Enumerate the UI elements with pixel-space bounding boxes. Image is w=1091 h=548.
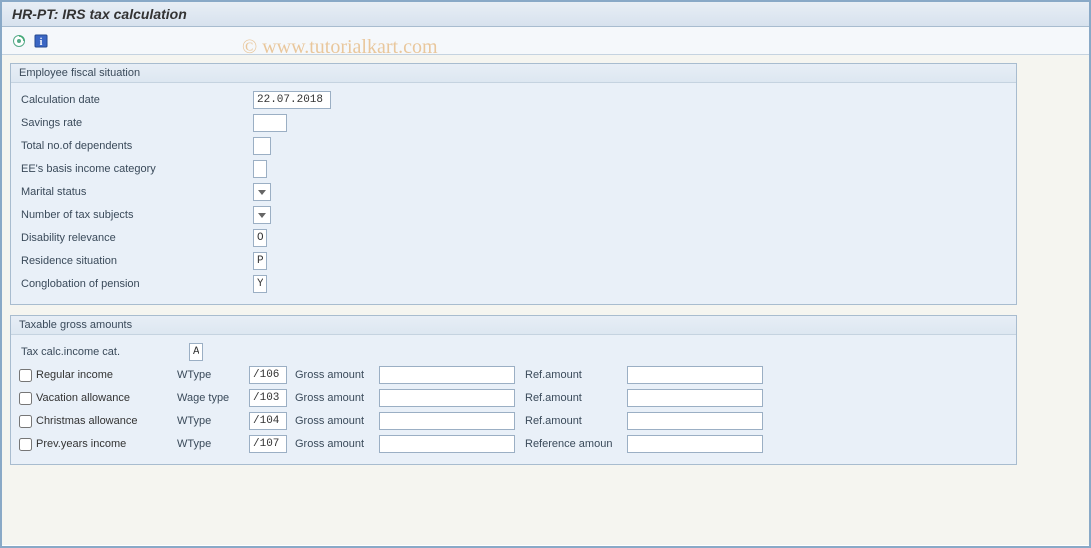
group2-title: Taxable gross amounts xyxy=(11,316,1016,335)
tax-subjects-label: Number of tax subjects xyxy=(19,209,173,221)
prev-years-income-label: Prev.years income xyxy=(36,438,126,450)
gross-input[interactable] xyxy=(379,412,515,430)
toolbar: i xyxy=(2,27,1089,55)
regular-income-label: Regular income xyxy=(36,369,113,381)
taxable-row: Christmas allowance WType Gross amount R… xyxy=(19,410,1008,432)
disability-input[interactable] xyxy=(253,229,267,247)
ref-label: Ref.amount xyxy=(519,415,623,427)
window: HR-PT: IRS tax calculation i © www.tutor… xyxy=(0,0,1091,548)
group-taxable-gross: Taxable gross amounts Tax calc.income ca… xyxy=(10,315,1017,465)
christmas-allowance-checkbox[interactable] xyxy=(19,415,32,428)
ref-input[interactable] xyxy=(627,412,763,430)
vacation-allowance-checkbox[interactable] xyxy=(19,392,32,405)
title-bar: HR-PT: IRS tax calculation xyxy=(2,2,1089,27)
taxable-row: Regular income WType Gross amount Ref.am… xyxy=(19,364,1008,386)
prev-years-income-checkbox[interactable] xyxy=(19,438,32,451)
taxable-row: Prev.years income WType Gross amount Ref… xyxy=(19,433,1008,455)
wtype-input[interactable] xyxy=(249,435,287,453)
gross-input[interactable] xyxy=(379,389,515,407)
marital-label: Marital status xyxy=(19,186,173,198)
ref-label: Ref.amount xyxy=(519,392,623,404)
vacation-allowance-label: Vacation allowance xyxy=(36,392,130,404)
gross-label: Gross amount xyxy=(291,438,375,450)
tax-cat-input[interactable] xyxy=(189,343,203,361)
ref-label: Reference amoun xyxy=(519,438,623,450)
group-employee-fiscal: Employee fiscal situation Calculation da… xyxy=(10,63,1017,305)
dependents-label: Total no.of dependents xyxy=(19,140,173,152)
wtype-input[interactable] xyxy=(249,389,287,407)
tax-cat-label: Tax calc.income cat. xyxy=(19,346,189,358)
gross-input[interactable] xyxy=(379,366,515,384)
tax-subjects-dropdown[interactable] xyxy=(253,206,271,224)
gross-label: Gross amount xyxy=(291,392,375,404)
wtype-label: WType xyxy=(177,438,245,450)
taxable-row: Vacation allowance Wage type Gross amoun… xyxy=(19,387,1008,409)
christmas-allowance-label: Christmas allowance xyxy=(36,415,137,427)
residence-input[interactable] xyxy=(253,252,267,270)
gross-label: Gross amount xyxy=(291,369,375,381)
execute-icon[interactable] xyxy=(10,32,28,50)
disability-label: Disability relevance xyxy=(19,232,173,244)
wtype-label: WType xyxy=(177,369,245,381)
calc-date-label: Calculation date xyxy=(19,94,173,106)
content-area: Employee fiscal situation Calculation da… xyxy=(2,55,1089,545)
ee-basis-label: EE's basis income category xyxy=(19,163,209,175)
calc-date-input[interactable] xyxy=(253,91,331,109)
ref-input[interactable] xyxy=(627,389,763,407)
group1-title: Employee fiscal situation xyxy=(11,64,1016,83)
wtype-label: Wage type xyxy=(177,392,245,404)
savings-label: Savings rate xyxy=(19,117,173,129)
wtype-input[interactable] xyxy=(249,366,287,384)
ref-input[interactable] xyxy=(627,435,763,453)
gross-label: Gross amount xyxy=(291,415,375,427)
ee-basis-input[interactable] xyxy=(253,160,267,178)
window-title: HR-PT: IRS tax calculation xyxy=(12,6,187,22)
info-icon[interactable]: i xyxy=(32,32,50,50)
regular-income-checkbox[interactable] xyxy=(19,369,32,382)
marital-dropdown[interactable] xyxy=(253,183,271,201)
wtype-input[interactable] xyxy=(249,412,287,430)
conglobation-input[interactable] xyxy=(253,275,267,293)
residence-label: Residence situation xyxy=(19,255,173,267)
conglobation-label: Conglobation of pension xyxy=(19,278,173,290)
savings-input[interactable] xyxy=(253,114,287,132)
wtype-label: WType xyxy=(177,415,245,427)
gross-input[interactable] xyxy=(379,435,515,453)
ref-input[interactable] xyxy=(627,366,763,384)
ref-label: Ref.amount xyxy=(519,369,623,381)
dependents-input[interactable] xyxy=(253,137,271,155)
svg-text:i: i xyxy=(40,37,43,48)
